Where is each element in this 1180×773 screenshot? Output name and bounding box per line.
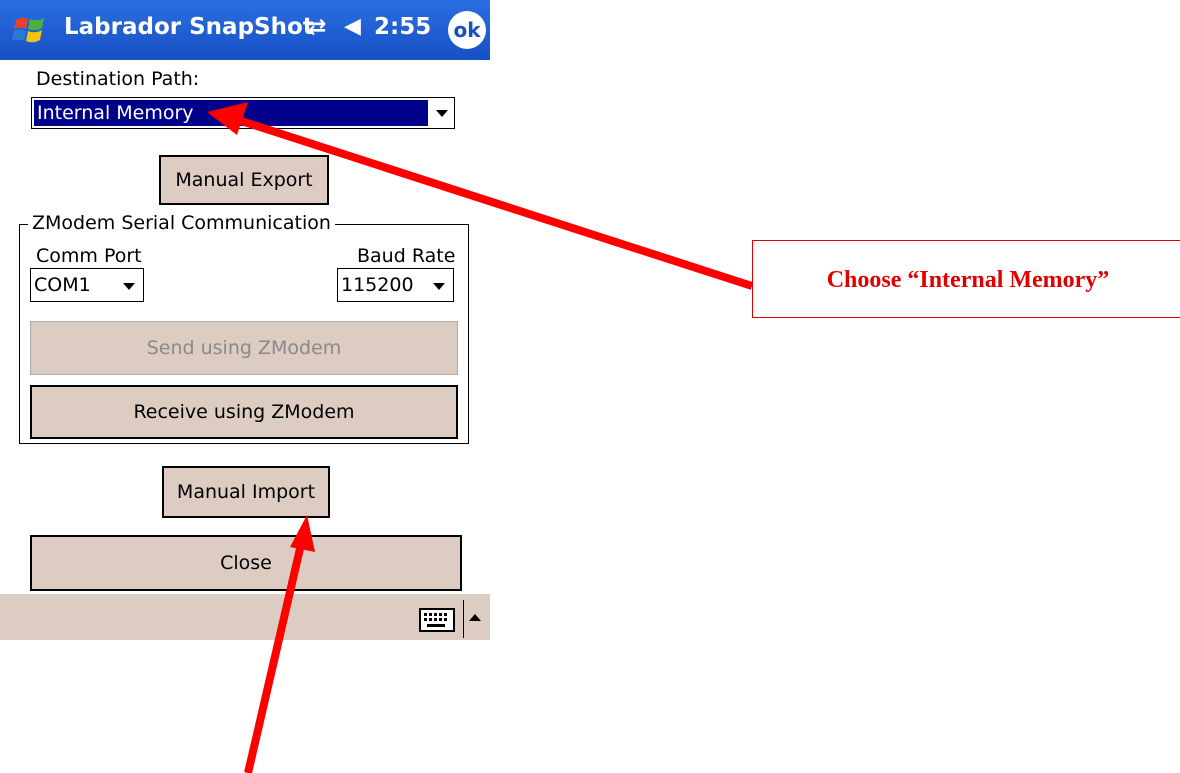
arrowhead-manual-import — [290, 515, 315, 552]
arrowhead-internal-memory — [207, 102, 248, 135]
arrow-to-manual-import — [244, 539, 306, 773]
annotation-arrows — [207, 102, 754, 773]
arrow-to-internal-memory — [230, 114, 754, 290]
